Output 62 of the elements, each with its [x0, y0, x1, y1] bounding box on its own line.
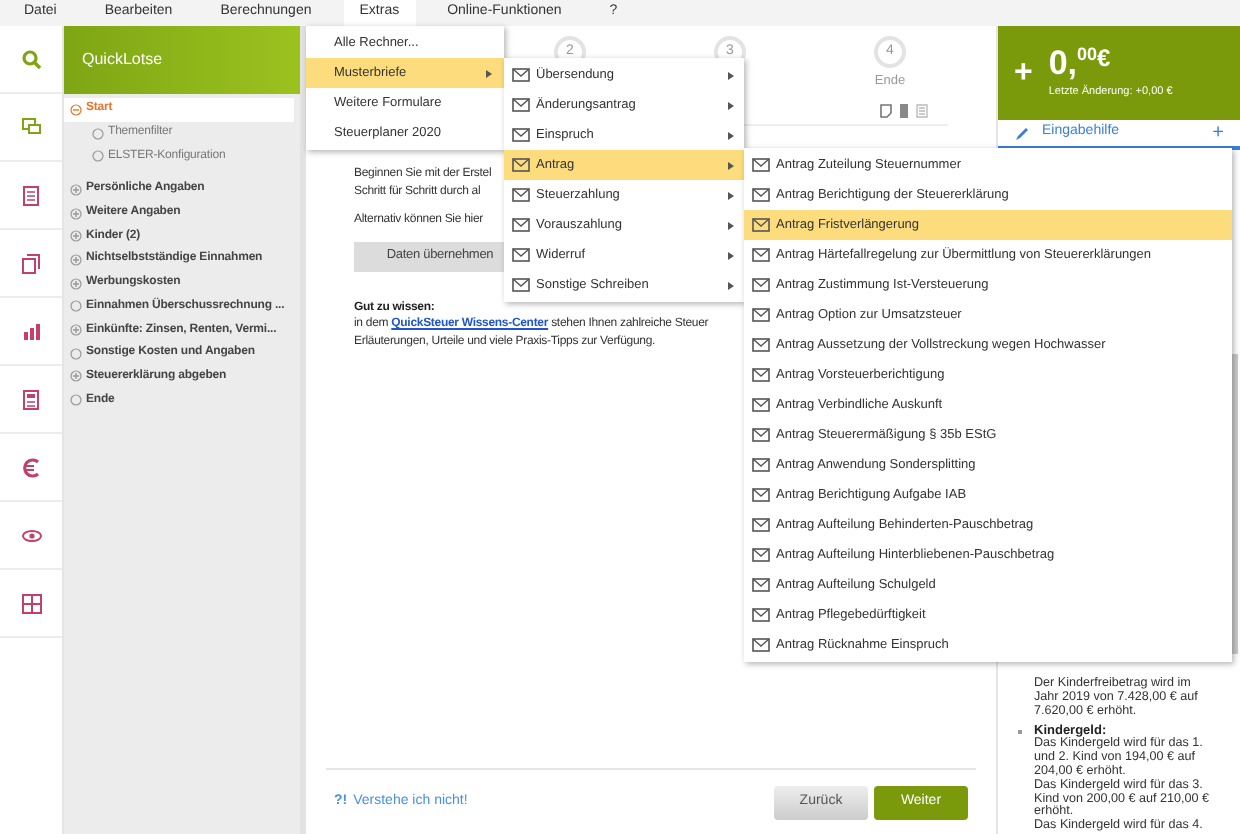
envelope-icon: [752, 158, 770, 172]
copy-icon[interactable]: [21, 253, 41, 273]
envelope-icon: [752, 278, 770, 292]
envelope-icon: [752, 428, 770, 442]
envelope-icon: [752, 638, 770, 652]
circle-icon[interactable]: [70, 347, 82, 360]
submenu-arrow-icon: [728, 281, 734, 289]
envelope-icon: [752, 578, 770, 592]
envelope-icon: [752, 488, 770, 502]
submenu-arrow-icon: [728, 71, 734, 79]
plus-circle-icon[interactable]: [70, 230, 82, 243]
submenu-arrow-icon: [728, 161, 734, 169]
plus-circle-icon[interactable]: [70, 253, 82, 266]
plus-circle-icon[interactable]: [70, 324, 82, 337]
envelope-icon: [752, 368, 770, 382]
note-icon[interactable]: [880, 104, 892, 118]
calculator-icon[interactable]: [21, 389, 41, 409]
scrollbar[interactable]: [1232, 354, 1238, 654]
plus-circle-icon[interactable]: [70, 183, 82, 196]
envelope-icon: [512, 98, 530, 112]
search-icon[interactable]: [21, 49, 41, 69]
circle-icon[interactable]: [92, 150, 104, 163]
bar-chart-icon[interactable]: [21, 321, 41, 341]
plus-circle-icon[interactable]: [70, 370, 82, 383]
envelope-icon: [512, 248, 530, 262]
document-icon[interactable]: [21, 185, 41, 205]
envelope-icon: [752, 548, 770, 562]
add-button[interactable]: +: [1212, 118, 1224, 148]
envelope-icon: [752, 518, 770, 532]
pencil-icon: [1014, 125, 1030, 141]
submenu-arrow-icon: [728, 251, 734, 259]
envelope-icon: [512, 278, 530, 292]
submenu-arrow-icon: [728, 221, 734, 229]
plus-circle-icon[interactable]: [70, 207, 82, 220]
plus-sign: +: [1014, 53, 1033, 93]
envelope-icon: [752, 308, 770, 322]
circle-icon[interactable]: [70, 300, 82, 313]
envelope-icon: [752, 188, 770, 202]
submenu-arrow-icon: [728, 131, 734, 139]
envelope-icon: [752, 338, 770, 352]
envelope-icon: [512, 188, 530, 202]
submenu-arrow-icon: [728, 191, 734, 199]
plus-circle-icon[interactable]: [70, 277, 82, 290]
envelope-icon: [752, 218, 770, 232]
minus-circle-icon[interactable]: [70, 103, 82, 116]
envelope-icon: [512, 158, 530, 172]
envelope-icon: [752, 248, 770, 262]
sidebar-header: QuickLotse: [64, 26, 300, 94]
chat-icon[interactable]: [21, 117, 41, 137]
envelope-icon: [512, 128, 530, 142]
grid-icon[interactable]: [21, 593, 41, 613]
circle-icon[interactable]: [92, 127, 104, 140]
submenu-arrow-icon: [728, 101, 734, 109]
circle-icon[interactable]: [70, 394, 82, 407]
envelope-icon: [512, 68, 530, 82]
envelope-icon: [752, 608, 770, 622]
euro-icon[interactable]: [21, 457, 41, 477]
envelope-icon: [512, 218, 530, 232]
envelope-icon: [752, 398, 770, 412]
envelope-icon: [752, 458, 770, 472]
eye-icon[interactable]: [21, 525, 41, 545]
list-icon[interactable]: [916, 104, 928, 118]
